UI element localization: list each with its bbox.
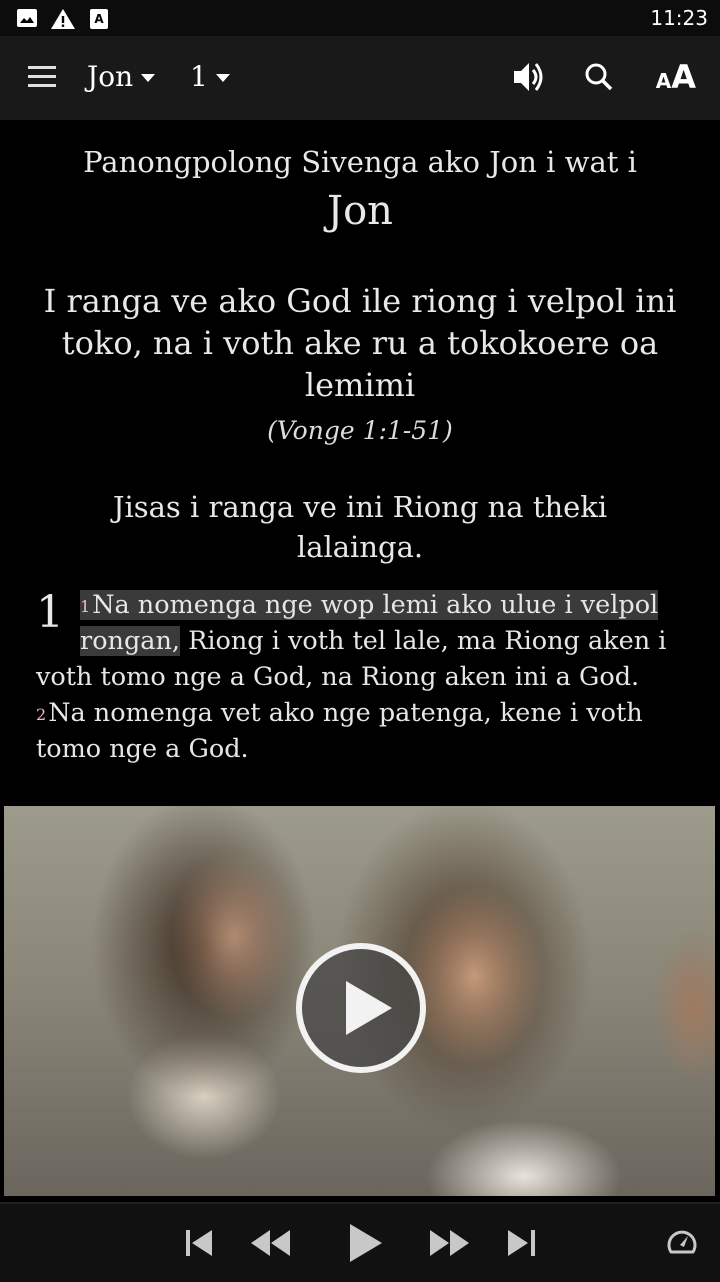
speaker-icon[interactable] [512,58,546,100]
search-icon[interactable] [584,58,616,100]
svg-text:A: A [94,12,104,26]
font-download-icon: A [89,8,109,34]
verse-2-text[interactable]: Na nomenga vet ako nge patenga, kene i v… [36,698,643,764]
app-bar: Jon 1 AA [0,36,720,120]
chapter-number: 1 [36,587,64,638]
fast-forward-icon[interactable] [428,1226,470,1264]
verse-text: 1 1Na nomenga nge wop lemi ako ulue i ve… [36,587,684,767]
verse-number: 1 [80,597,91,616]
speedometer-icon[interactable] [666,1228,698,1260]
play-circle-icon[interactable] [296,943,426,1073]
chevron-down-icon [215,73,230,82]
status-time: 11:23 [650,6,708,30]
book-intro: Panongpolong Sivenga ako Jon i wat i [83,145,637,179]
subsection-title: Jisas i ranga ve ini Riong na theki lala… [112,490,608,564]
book-title: Jon [327,188,393,234]
audio-player-bar [0,1202,720,1282]
verse-number: 2 [36,705,47,724]
status-bar: A 11:23 [0,0,720,36]
video-thumbnail[interactable] [4,806,715,1196]
play-icon[interactable] [348,1222,384,1268]
rewind-icon[interactable] [250,1226,292,1264]
skip-previous-icon[interactable] [184,1226,216,1264]
chapter-content: Panongpolong Sivenga ako Jon i wat i Jon… [0,120,720,767]
section-title: I ranga ve ako God ile riong i velpol in… [43,282,677,404]
book-selector[interactable]: Jon [87,60,156,93]
book-selector-label: Jon [87,60,134,93]
chapter-selector[interactable]: 1 [190,60,230,93]
chapter-selector-label: 1 [190,60,208,93]
chevron-down-icon [141,73,156,82]
hamburger-menu-icon[interactable] [28,66,56,88]
warning-icon [50,8,76,34]
skip-next-icon[interactable] [506,1226,538,1264]
text-size-icon[interactable]: AA [656,58,696,96]
section-reference: (Vonge 1:1-51) [267,416,453,445]
image-icon [16,8,38,32]
